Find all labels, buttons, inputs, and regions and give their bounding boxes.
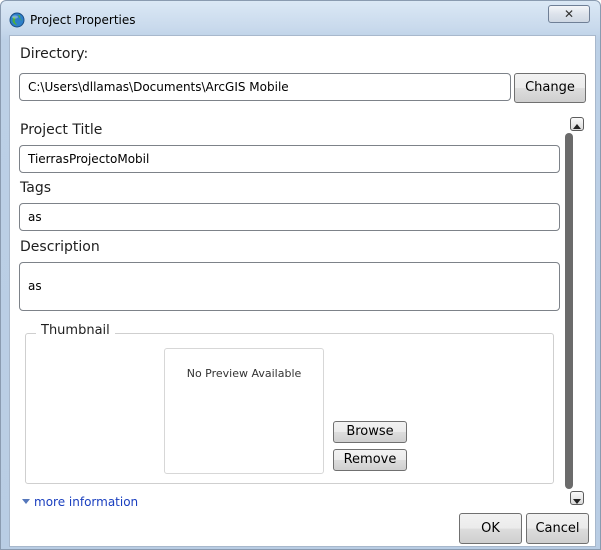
project-title-label: Project Title [20,122,103,138]
thumbnail-legend: Thumbnail [36,323,115,338]
thumbnail-preview: No Preview Available [164,348,324,474]
tags-label: Tags [20,180,51,196]
change-button[interactable]: Change [514,73,586,103]
directory-field[interactable]: C:\Users\dllamas\Documents\ArcGIS Mobile [19,73,511,101]
globe-icon [9,12,25,28]
scroll-down-button[interactable] [570,491,584,505]
arrow-down-icon [573,499,581,504]
close-icon: ✕ [563,7,575,21]
ok-button[interactable]: OK [459,513,522,544]
project-title-field[interactable]: TierrasProjectoMobil [19,145,560,173]
browse-button[interactable]: Browse [333,421,407,443]
project-properties-dialog: Project Properties ✕ Directory: C:\Users… [0,0,601,550]
tags-field[interactable]: as [19,203,560,231]
directory-label: Directory: [20,46,89,62]
expand-chevron-icon[interactable] [22,499,30,504]
title-bar[interactable]: Project Properties ✕ [1,1,600,37]
remove-button[interactable]: Remove [333,449,407,471]
dialog-content: Directory: C:\Users\dllamas\Documents\Ar… [9,35,596,547]
close-button[interactable]: ✕ [548,5,590,23]
description-label: Description [20,239,100,255]
scroll-up-button[interactable] [570,117,584,131]
description-field[interactable]: as [19,262,560,311]
window-title: Project Properties [30,13,136,27]
more-information-link[interactable]: more information [34,495,138,509]
cancel-button[interactable]: Cancel [526,513,589,544]
vertical-scrollbar[interactable] [565,133,573,489]
no-preview-text: No Preview Available [186,367,302,380]
arrow-up-icon [573,124,581,129]
